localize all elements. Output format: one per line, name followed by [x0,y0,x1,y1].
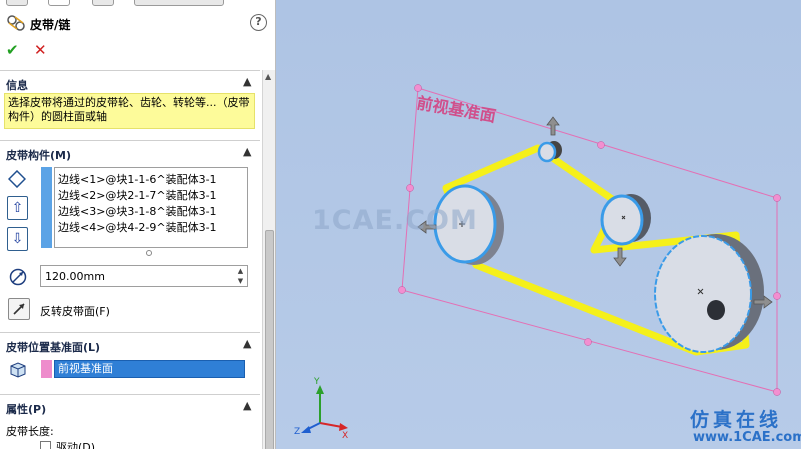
tab-feature-manager[interactable] [6,0,28,6]
scroll-up-icon[interactable]: ▲ [265,72,271,81]
belt-length-label: 皮带长度: [6,425,54,438]
tab-property-manager[interactable] [48,0,70,6]
collapse-chevron-icon[interactable]: ▲ [243,337,251,350]
axis-triad-icon: Y X Z [294,377,348,441]
info-message: 选择皮带将通过的皮带轮、齿轮、转轮等...（皮带构件）的圆柱面或轴 [4,93,255,129]
belt-plane-selection[interactable]: 前视基准面 [54,360,245,378]
belt-plane-header[interactable]: 皮带位置基准面(L) [6,339,100,355]
drive-checkbox[interactable] [40,441,51,449]
pulley-3[interactable] [600,194,651,246]
move-up-button[interactable]: ⇧ [7,196,28,220]
list-resize-handle[interactable] [146,250,152,256]
scroll-thumb[interactable] [265,230,274,449]
axis-z-label: Z [294,427,300,437]
selection-color-swatch [41,167,52,248]
select-diamond-icon[interactable] [7,168,27,190]
diameter-spinner[interactable]: ▲ ▼ [234,266,247,286]
pulley-4[interactable] [654,234,764,353]
info-group: 信息 ▲ 选择皮带将通过的皮带轮、齿轮、转轮等...（皮带构件）的圆柱面或轴 [0,70,260,138]
axis-y-label: Y [313,377,320,387]
ok-check-icon[interactable]: ✔ [6,41,19,59]
reverse-belt-side-button[interactable] [8,298,30,320]
belt-members-list[interactable]: 边线<1>@块1-1-6^装配体3-1 边线<2>@块2-1-7^装配体3-1 … [54,167,248,248]
collapse-chevron-icon[interactable]: ▲ [243,145,251,158]
plane-color-swatch [41,360,52,378]
collapse-chevron-icon[interactable]: ▲ [243,399,251,412]
list-item[interactable]: 边线<1>@块1-1-6^装配体3-1 [58,171,217,187]
list-item[interactable]: 边线<2>@块2-1-7^装配体3-1 [58,187,217,203]
belt-members-header[interactable]: 皮带构件(M) [6,147,71,163]
list-item[interactable]: 边线<4>@块4-2-9^装配体3-1 [58,219,217,235]
properties-group: 属性(P) ▲ [0,394,260,449]
cancel-x-icon[interactable]: ✕ [34,41,47,59]
property-manager: 皮带/链 ? ✔ ✕ 信息 ▲ 选择皮带将通过的皮带轮、齿轮、转轮等...（皮带… [0,0,276,449]
manager-tabs [0,0,275,7]
info-group-header[interactable]: 信息 [6,77,28,93]
drive-label[interactable]: 驱动(D) [56,439,95,449]
tab-display-manager[interactable] [134,0,224,6]
belt-chain-icon [7,15,25,31]
pm-scrollbar[interactable]: ▲ [262,70,275,449]
brand-logo-text: 仿真在线 [690,409,783,431]
belt-members-group: 皮带构件(M) ▲ ⇧ ⇩ 边线<1>@块1-1-6^装配体3-1 边线<2>@… [0,140,260,330]
feature-title: 皮带/链 [30,18,71,32]
feature-title-bar: 皮带/链 ? [0,8,275,36]
axis-x-label: X [342,431,348,441]
plane-cube-icon [8,359,28,381]
move-down-button[interactable]: ⇩ [7,227,28,251]
properties-header[interactable]: 属性(P) [6,401,46,417]
tab-config-manager[interactable] [92,0,114,6]
brand-url: www.1CAE.com [693,430,801,445]
pulley-diameter-input[interactable] [40,265,248,287]
collapse-chevron-icon[interactable]: ▲ [243,75,251,88]
reverse-belt-side-label[interactable]: 反转皮带面(F) [40,303,110,319]
diameter-icon [8,266,28,288]
help-icon[interactable]: ? [250,14,267,31]
plane-label: 前视基准面 [415,93,497,126]
list-item[interactable]: 边线<3>@块3-1-8^装配体3-1 [58,203,217,219]
watermark-text: 1CAE.COM [312,205,478,236]
